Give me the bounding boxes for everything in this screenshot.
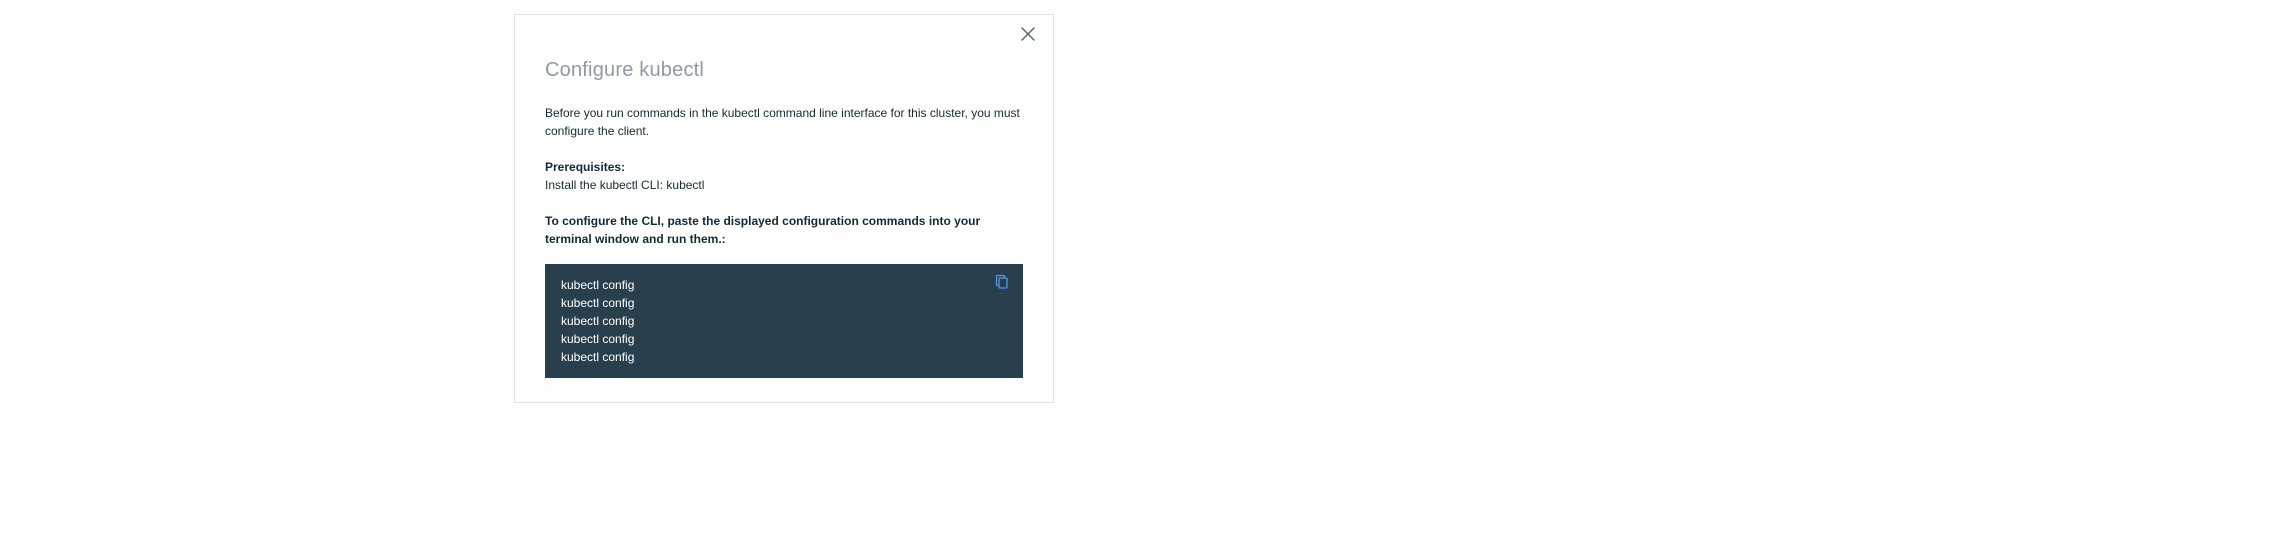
prerequisites-block: Prerequisites: Install the kubectl CLI: … xyxy=(545,158,1023,194)
configure-kubectl-modal: Configure kubectl Before you run command… xyxy=(514,14,1054,403)
close-icon xyxy=(1021,27,1039,41)
command-snippet: kubectl configkubectl configkubectl conf… xyxy=(545,264,1023,378)
close-button[interactable] xyxy=(1021,27,1039,45)
command-line: kubectl config xyxy=(561,330,973,348)
command-line: kubectl config xyxy=(561,312,973,330)
command-lines: kubectl configkubectl configkubectl conf… xyxy=(561,276,973,366)
command-line: kubectl config xyxy=(561,294,973,312)
instructions-text: To configure the CLI, paste the displaye… xyxy=(545,212,1023,248)
intro-text: Before you run commands in the kubectl c… xyxy=(545,104,1023,140)
copy-icon xyxy=(993,274,1011,290)
prerequisites-text: Install the kubectl CLI: kubectl xyxy=(545,178,704,192)
prerequisites-label: Prerequisites: xyxy=(545,160,625,174)
command-line: kubectl config xyxy=(561,276,973,294)
modal-title: Configure kubectl xyxy=(545,59,1023,82)
command-line: kubectl config xyxy=(561,348,973,366)
copy-button[interactable] xyxy=(993,274,1011,292)
